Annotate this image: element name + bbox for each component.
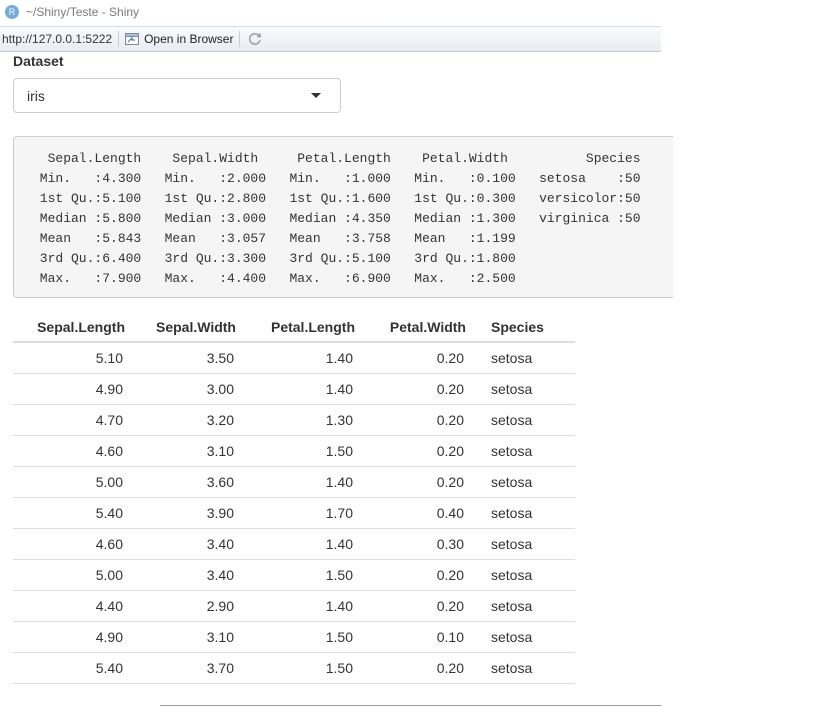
cell-petal-width: 0.30 [367, 528, 478, 560]
cell-sepal-width: 3.20 [137, 404, 248, 436]
data-table: Sepal.Length Sepal.Width Petal.Length Pe… [13, 312, 575, 684]
cell-petal-length: 1.30 [248, 404, 367, 436]
cell-species: setosa [478, 466, 575, 498]
column-header-sepal-width: Sepal.Width [137, 312, 248, 343]
table-row: 5.00 3.60 1.40 0.20 setosa [13, 466, 575, 498]
column-header-petal-length: Petal.Length [248, 312, 367, 343]
table-row: 5.40 3.90 1.70 0.40 setosa [13, 497, 575, 529]
cell-sepal-length: 5.00 [13, 466, 137, 498]
cell-petal-width: 0.20 [367, 342, 478, 374]
dataset-select[interactable]: iris [13, 78, 341, 113]
cell-sepal-width: 3.40 [137, 559, 248, 591]
cell-petal-length: 1.40 [248, 590, 367, 622]
window-title: ~/Shiny/Teste - Shiny [26, 5, 140, 19]
cell-petal-length: 1.70 [248, 497, 367, 529]
cell-sepal-length: 4.60 [13, 435, 137, 467]
cell-petal-width: 0.20 [367, 404, 478, 436]
cell-sepal-width: 3.00 [137, 373, 248, 405]
table-row: 4.60 3.10 1.50 0.20 setosa [13, 435, 575, 467]
table-row: 4.70 3.20 1.30 0.20 setosa [13, 404, 575, 436]
cell-sepal-width: 3.60 [137, 466, 248, 498]
cell-petal-length: 1.40 [248, 466, 367, 498]
window-title-bar: R ~/Shiny/Teste - Shiny [0, 0, 661, 24]
table-row: 4.60 3.40 1.40 0.30 setosa [13, 528, 575, 560]
cell-petal-width: 0.20 [367, 590, 478, 622]
viewer-toolbar: http://127.0.0.1:5222 Open in Browser [0, 26, 661, 52]
table-row: 5.00 3.40 1.50 0.20 setosa [13, 559, 575, 591]
cell-petal-length: 1.50 [248, 652, 367, 684]
cell-sepal-width: 3.70 [137, 652, 248, 684]
cell-species: setosa [478, 404, 575, 436]
cell-species: setosa [478, 652, 575, 684]
table-row: 4.40 2.90 1.40 0.20 setosa [13, 590, 575, 622]
cell-sepal-length: 4.60 [13, 528, 137, 560]
cell-petal-width: 0.20 [367, 435, 478, 467]
cell-petal-width: 0.20 [367, 373, 478, 405]
cell-sepal-length: 4.40 [13, 590, 137, 622]
open-in-browser-button[interactable]: Open in Browser [125, 32, 233, 46]
table-header-row: Sepal.Length Sepal.Width Petal.Length Pe… [13, 312, 575, 343]
cell-sepal-length: 4.90 [13, 621, 137, 653]
url-display: http://127.0.0.1:5222 [2, 32, 113, 46]
column-header-petal-width: Petal.Width [367, 312, 478, 343]
dataset-label: Dataset [13, 53, 64, 69]
cell-petal-length: 1.40 [248, 373, 367, 405]
cell-sepal-width: 3.40 [137, 528, 248, 560]
cell-petal-length: 1.40 [248, 528, 367, 560]
cell-petal-width: 0.20 [367, 466, 478, 498]
cell-sepal-length: 5.40 [13, 652, 137, 684]
cell-species: setosa [478, 497, 575, 529]
cell-petal-length: 1.40 [248, 342, 367, 374]
caret-down-icon [311, 93, 321, 98]
toolbar-divider [239, 31, 241, 47]
viewer-bottom-edge [160, 705, 661, 706]
cell-species: setosa [478, 590, 575, 622]
cell-sepal-length: 5.00 [13, 559, 137, 591]
cell-petal-width: 0.40 [367, 497, 478, 529]
cell-species: setosa [478, 373, 575, 405]
cell-petal-width: 0.10 [367, 621, 478, 653]
r-logo-icon: R [5, 5, 19, 19]
cell-species: setosa [478, 342, 575, 374]
summary-output: Sepal.Length Sepal.Width Petal.Length Pe… [13, 136, 673, 298]
cell-sepal-width: 3.10 [137, 435, 248, 467]
cell-petal-length: 1.50 [248, 435, 367, 467]
cell-petal-width: 0.20 [367, 559, 478, 591]
cell-sepal-length: 4.70 [13, 404, 137, 436]
table-body: 5.10 3.50 1.40 0.20 setosa 4.90 3.00 1.40 0.20 se… [13, 342, 575, 684]
cell-sepal-width: 3.90 [137, 497, 248, 529]
column-header-species: Species [478, 312, 575, 343]
cell-petal-length: 1.50 [248, 559, 367, 591]
cell-species: setosa [478, 621, 575, 653]
refresh-icon[interactable] [247, 31, 263, 47]
cell-petal-length: 1.50 [248, 621, 367, 653]
table-row: 4.90 3.00 1.40 0.20 setosa [13, 373, 575, 405]
cell-sepal-width: 3.10 [137, 621, 248, 653]
table-row: 5.40 3.70 1.50 0.20 setosa [13, 652, 575, 684]
cell-species: setosa [478, 528, 575, 560]
cell-petal-width: 0.20 [367, 652, 478, 684]
cell-sepal-length: 4.90 [13, 373, 137, 405]
cell-species: setosa [478, 435, 575, 467]
column-header-sepal-length: Sepal.Length [13, 312, 137, 343]
open-in-browser-label: Open in Browser [144, 32, 234, 46]
cell-sepal-width: 2.90 [137, 590, 248, 622]
cell-sepal-length: 5.40 [13, 497, 137, 529]
cell-sepal-width: 3.50 [137, 342, 248, 374]
table-row: 4.90 3.10 1.50 0.10 setosa [13, 621, 575, 653]
browser-window-icon [125, 33, 140, 45]
dataset-select-value: iris [27, 88, 45, 104]
table-row: 5.10 3.50 1.40 0.20 setosa [13, 342, 575, 374]
cell-species: setosa [478, 559, 575, 591]
cell-sepal-length: 5.10 [13, 342, 137, 374]
toolbar-divider [118, 31, 120, 47]
